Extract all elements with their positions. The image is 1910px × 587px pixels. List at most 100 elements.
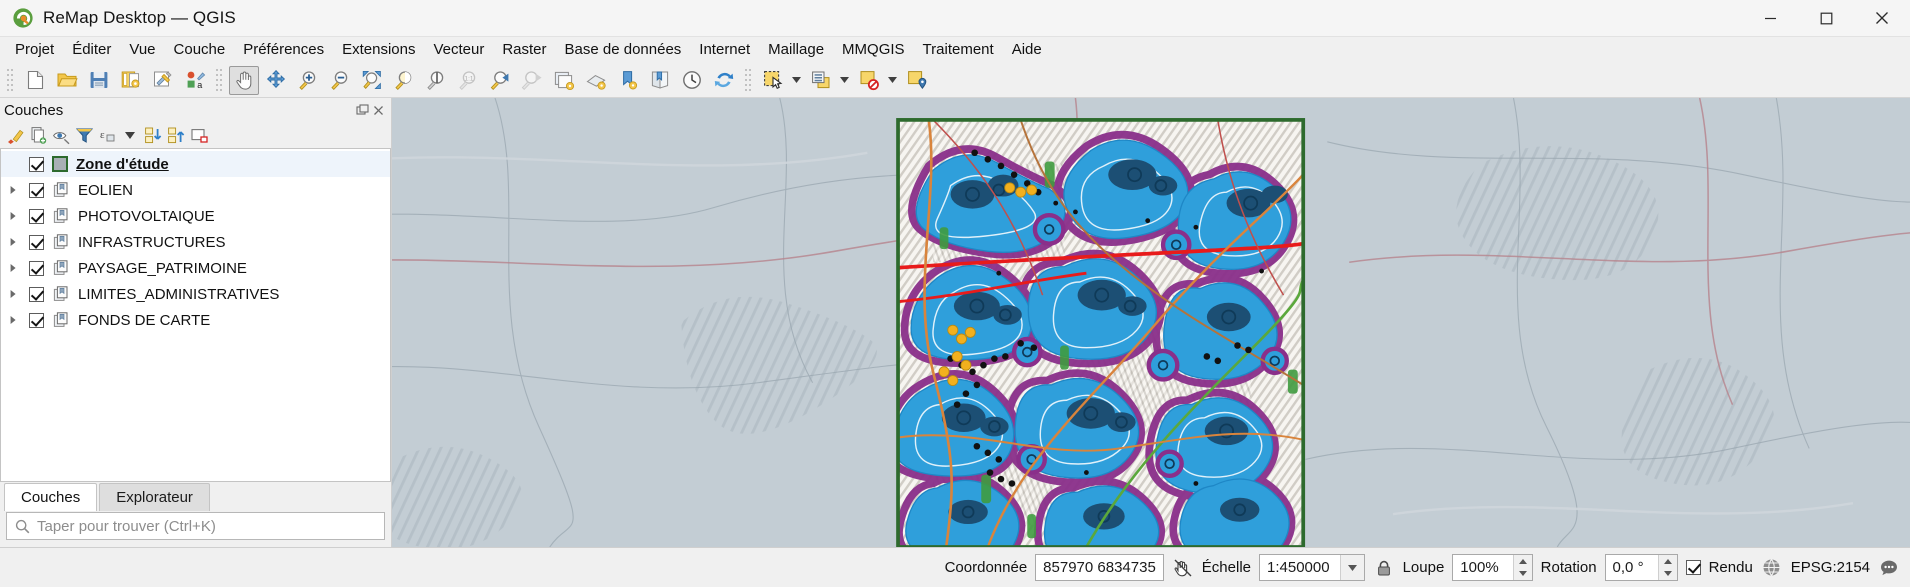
bookmark-add-icon[interactable] <box>613 66 643 95</box>
render-checkbox[interactable] <box>1685 560 1701 575</box>
identify-features-icon[interactable] <box>902 66 932 95</box>
zoom-out-icon[interactable] <box>325 66 355 95</box>
zoom-in-icon[interactable] <box>293 66 323 95</box>
toolbar-grip-navigation[interactable] <box>215 68 224 92</box>
layer-row-limites-administratives[interactable]: LIMITES_ADMINISTRATIVES <box>1 281 390 307</box>
pan-to-selection-icon[interactable] <box>261 66 291 95</box>
layout-manager-icon[interactable] <box>116 66 146 95</box>
new-3d-map-view-icon[interactable] <box>581 66 611 95</box>
tab-couches[interactable]: Couches <box>4 483 98 511</box>
close-button[interactable] <box>1854 0 1910 37</box>
zoom-full-icon[interactable] <box>357 66 387 95</box>
layer-visibility-checkbox[interactable] <box>29 312 44 328</box>
select-features-dropdown-icon[interactable] <box>789 66 803 95</box>
remove-layer-icon[interactable] <box>188 124 210 146</box>
zoom-layer-icon[interactable] <box>421 66 451 95</box>
manage-visibility-icon[interactable] <box>50 124 72 146</box>
crs-label[interactable]: EPSG:2154 <box>1791 559 1870 576</box>
stepper-down-icon[interactable] <box>1514 568 1532 581</box>
menu-traitement[interactable]: Traitement <box>914 38 1003 62</box>
deselect-all-icon[interactable] <box>854 66 884 95</box>
menu-base-de-donnees[interactable]: Base de données <box>556 38 691 62</box>
menu-internet[interactable]: Internet <box>690 38 759 62</box>
filter-dropdown-icon[interactable] <box>119 124 141 146</box>
deselect-all-dropdown-icon[interactable] <box>885 66 899 95</box>
toolbar-grip-selection[interactable] <box>744 68 753 92</box>
filter-expression-icon[interactable]: ε <box>96 124 118 146</box>
select-by-form-icon[interactable] <box>806 66 836 95</box>
rotation-stepper[interactable] <box>1657 555 1677 581</box>
coordinate-field[interactable]: 857970 6834735 <box>1035 554 1164 581</box>
globe-icon[interactable] <box>1761 557 1783 579</box>
menu-vecteur[interactable]: Vecteur <box>424 38 493 62</box>
menu-projet[interactable]: Projet <box>6 38 63 62</box>
layers-tree[interactable]: Zone d'étude EOLIEN PHOTOVOLTAIQUE INFRA… <box>0 148 391 481</box>
layer-row-paysage-patrimoine[interactable]: PAYSAGE_PATRIMOINE <box>1 255 390 281</box>
stepper-down-icon[interactable] <box>1659 568 1677 581</box>
menu-extensions[interactable]: Extensions <box>333 38 424 62</box>
menu-mmqgis[interactable]: MMQGIS <box>833 38 914 62</box>
layer-visibility-checkbox[interactable] <box>29 156 44 172</box>
save-project-icon[interactable] <box>84 66 114 95</box>
scale-combo[interactable]: 1:450000 <box>1259 554 1365 581</box>
map-canvas[interactable] <box>392 98 1910 547</box>
pan-map-icon[interactable] <box>229 65 259 95</box>
menu-editer[interactable]: Éditer <box>63 38 120 62</box>
new-print-layout-icon[interactable] <box>148 66 178 95</box>
expand-arrow-icon[interactable] <box>3 255 23 281</box>
maximize-button[interactable] <box>1798 0 1854 37</box>
close-icon[interactable] <box>372 104 385 117</box>
menu-aide[interactable]: Aide <box>1003 38 1051 62</box>
add-group-icon[interactable] <box>27 124 49 146</box>
toggle-extents-icon[interactable] <box>1172 557 1194 579</box>
menu-preferences[interactable]: Préférences <box>234 38 333 62</box>
toolbar-grip-project[interactable] <box>6 68 15 92</box>
layer-visibility-checkbox[interactable] <box>29 208 44 224</box>
select-features-icon[interactable] <box>758 66 788 95</box>
rotation-spinbox[interactable]: 0,0 ° <box>1604 554 1678 581</box>
style-manager-icon[interactable]: a <box>180 66 210 95</box>
minimize-button[interactable] <box>1742 0 1798 37</box>
temporal-controller-icon[interactable] <box>677 66 707 95</box>
expand-arrow-icon[interactable] <box>3 177 23 203</box>
expand-arrow-icon[interactable] <box>3 307 23 333</box>
new-map-view-icon[interactable] <box>549 66 579 95</box>
filter-legend-icon[interactable] <box>73 124 95 146</box>
layer-row-photovoltaique[interactable]: PHOTOVOLTAIQUE <box>1 203 390 229</box>
magnifier-stepper[interactable] <box>1512 555 1532 581</box>
stepper-up-icon[interactable] <box>1659 555 1677 568</box>
menu-vue[interactable]: Vue <box>120 38 164 62</box>
locator-field[interactable]: Taper pour trouver (Ctrl+K) <box>6 512 385 540</box>
expand-arrow-icon[interactable] <box>3 229 23 255</box>
layer-visibility-checkbox[interactable] <box>29 182 44 198</box>
stepper-up-icon[interactable] <box>1514 555 1532 568</box>
undock-icon[interactable] <box>356 103 369 117</box>
menu-raster[interactable]: Raster <box>493 38 555 62</box>
refresh-icon[interactable] <box>709 66 739 95</box>
open-layer-styling-icon[interactable] <box>4 124 26 146</box>
layer-visibility-checkbox[interactable] <box>29 234 44 250</box>
layer-visibility-checkbox[interactable] <box>29 286 44 302</box>
menu-maillage[interactable]: Maillage <box>759 38 833 62</box>
layer-row-fonds-de-carte[interactable]: FONDS DE CARTE <box>1 307 390 333</box>
zoom-native-icon[interactable]: 1:1 <box>453 66 483 95</box>
zoom-last-icon[interactable] <box>485 66 515 95</box>
open-project-icon[interactable] <box>52 66 82 95</box>
tab-explorateur[interactable]: Explorateur <box>99 483 210 511</box>
expand-arrow-icon[interactable] <box>3 203 23 229</box>
zoom-next-icon[interactable] <box>517 66 547 95</box>
layer-visibility-checkbox[interactable] <box>29 260 44 276</box>
layer-row-eolien[interactable]: EOLIEN <box>1 177 390 203</box>
map-canvas-container[interactable] <box>392 98 1910 547</box>
collapse-all-icon[interactable] <box>165 124 187 146</box>
magnifier-spinbox[interactable]: 100% <box>1452 554 1533 581</box>
lock-scale-icon[interactable] <box>1373 557 1395 579</box>
bookmark-show-icon[interactable] <box>645 66 675 95</box>
menu-couche[interactable]: Couche <box>165 38 235 62</box>
expand-arrow-icon[interactable] <box>3 281 23 307</box>
zoom-selection-icon[interactable] <box>389 66 419 95</box>
layer-row-infrastructures[interactable]: INFRASTRUCTURES <box>1 229 390 255</box>
new-project-icon[interactable] <box>20 66 50 95</box>
chevron-down-icon[interactable] <box>1339 555 1364 580</box>
expand-all-icon[interactable] <box>142 124 164 146</box>
